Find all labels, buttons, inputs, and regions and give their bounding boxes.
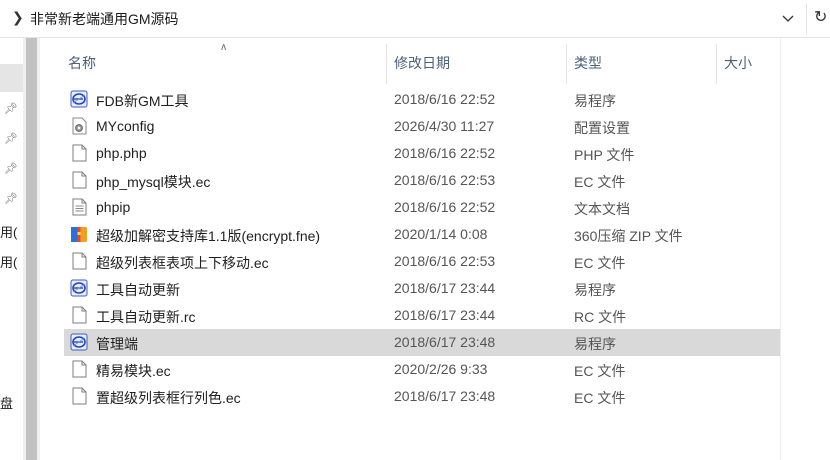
blank-file-icon [70, 144, 88, 162]
file-name: 管理端 [96, 336, 138, 352]
file-row[interactable]: 超级加解密支持库1.1版(encrypt.fne) 2020/1/14 0:08 3… [64, 221, 820, 248]
blank-file-icon [70, 306, 88, 324]
file-date: 2026/4/30 11:27 [394, 118, 495, 134]
chevron-right-icon[interactable]: ❯ [12, 9, 24, 26]
column-header-type[interactable]: 类型 [574, 53, 602, 73]
file-date: 2018/6/16 22:53 [394, 172, 496, 188]
file-date: 2018/6/16 22:52 [394, 145, 496, 161]
file-name: 工具自动更新 [96, 282, 180, 298]
file-row[interactable]: phpip 2018/6/16 22:52 文本文档 [64, 194, 820, 221]
address-path[interactable]: 非常新老端通用GM源码 [30, 9, 179, 29]
column-header-row: ∧ 名称 修改日期 类型 大小 [40, 38, 780, 84]
file-name: FDB新GM工具 [96, 93, 189, 109]
blank-file-icon [70, 387, 88, 405]
file-type: 易程序 [574, 282, 616, 298]
column-divider[interactable] [386, 44, 387, 84]
nav-scrollbar[interactable] [23, 38, 40, 460]
file-date: 2018/6/16 22:52 [394, 91, 496, 107]
column-header-name[interactable]: 名称 [68, 53, 96, 73]
column-header-date[interactable]: 修改日期 [394, 53, 450, 73]
blank-file-icon [70, 252, 88, 270]
file-date: 2020/2/26 9:33 [394, 361, 488, 377]
file-type: 易程序 [574, 93, 616, 109]
column-divider[interactable] [566, 44, 567, 84]
navigation-pane: 📌︎ 📌︎ 📌︎ 📌︎ 用( 用( 盘 [0, 38, 23, 460]
e-program-icon [70, 90, 88, 108]
column-header-size[interactable]: 大小 [724, 53, 752, 73]
nav-item-label[interactable]: 用( [0, 252, 17, 271]
file-row[interactable]: 工具自动更新2018/6/17 23:44易程序851 [64, 275, 820, 302]
address-separator [806, 4, 807, 34]
file-row[interactable]: 超级列表框表项上下移动.ec2018/6/16 22:53EC 文件4 [64, 248, 820, 275]
file-name: 超级列表框表项上下移动.ec [96, 255, 269, 271]
file-name: 工具自动更新.rc [96, 309, 196, 325]
file-name: 超级加解密支持库1.1版(encrypt.fne) [96, 228, 321, 244]
file-date: 2018/6/17 23:44 [394, 280, 496, 296]
pin-icon[interactable]: 📌︎ [4, 102, 18, 115]
right-edge [780, 38, 830, 460]
file-type: EC 文件 [574, 255, 626, 271]
file-type: 配置设置 [574, 120, 630, 136]
file-type: 易程序 [574, 336, 616, 352]
file-name: php_mysql模块.ec [96, 174, 211, 190]
file-type: 文本文档 [574, 201, 630, 217]
sort-ascending-icon: ∧ [220, 42, 228, 53]
nav-item-label[interactable]: 盘 [0, 393, 13, 412]
file-type: EC 文件 [574, 390, 626, 406]
file-row[interactable]: 精易模块.ec2020/2/26 9:33EC 文件2,415 [64, 356, 820, 383]
file-row[interactable]: php_mysql模块.ec2018/6/16 22:53EC 文件8 [64, 167, 820, 194]
zip-archive-icon [70, 225, 88, 243]
nav-item-label[interactable]: 用( [0, 222, 17, 241]
file-row[interactable]: 置超级列表框行列色.ec2018/6/17 23:48EC 文件8 [64, 383, 820, 410]
e-program-icon [70, 333, 88, 351]
file-name: MYconfig [96, 118, 155, 134]
pin-icon[interactable]: 📌︎ [4, 192, 18, 205]
column-divider[interactable] [716, 44, 717, 84]
file-date: 2018/6/17 23:48 [394, 388, 496, 404]
text-file-icon [70, 198, 88, 216]
file-type: PHP 文件 [574, 147, 635, 163]
file-date: 2018/6/17 23:48 [394, 334, 496, 350]
right-edge-line [780, 38, 781, 460]
file-row[interactable]: php.php 2018/6/16 22:52 PHP 文件 [64, 140, 820, 167]
file-row[interactable]: 工具自动更新.rc 2018/6/17 23:44 RC 文件 [64, 302, 820, 329]
file-type: 360压缩 ZIP 文件 [574, 228, 683, 244]
file-date: 2020/1/14 0:08 [394, 226, 488, 242]
refresh-icon[interactable]: ↻ [814, 7, 827, 27]
file-row[interactable]: FDB新GM工具2018/6/16 22:52易程序2,10 [64, 86, 820, 113]
file-date: 2018/6/17 23:44 [394, 307, 496, 323]
file-row[interactable]: MYconfig 2026/4/30 11:27 配置设置 [64, 113, 820, 140]
blank-file-icon [70, 360, 88, 378]
file-name: 精易模块.ec [96, 363, 171, 379]
file-date: 2018/6/16 22:53 [394, 253, 496, 269]
chevron-down-icon[interactable] [780, 8, 796, 28]
address-bar: ❯ 非常新老端通用GM源码 ↻ [0, 0, 830, 38]
pin-icon[interactable]: 📌︎ [4, 162, 18, 175]
file-name: phpip [96, 199, 131, 215]
file-type: EC 文件 [574, 363, 626, 379]
file-date: 2018/6/16 22:52 [394, 199, 496, 215]
file-name: php.php [96, 145, 147, 161]
file-type: RC 文件 [574, 309, 627, 325]
file-name: 置超级列表框行列色.ec [96, 390, 241, 406]
pin-icon[interactable]: 📌︎ [4, 132, 18, 145]
file-row[interactable]: 管理端2018/6/17 23:48易程序626 [64, 329, 820, 356]
config-file-icon [70, 117, 88, 135]
nav-scrollbar-thumb[interactable] [26, 38, 37, 460]
file-type: EC 文件 [574, 174, 626, 190]
nav-selected-item[interactable] [0, 64, 23, 92]
e-program-icon [70, 279, 88, 297]
blank-file-icon [70, 171, 88, 189]
